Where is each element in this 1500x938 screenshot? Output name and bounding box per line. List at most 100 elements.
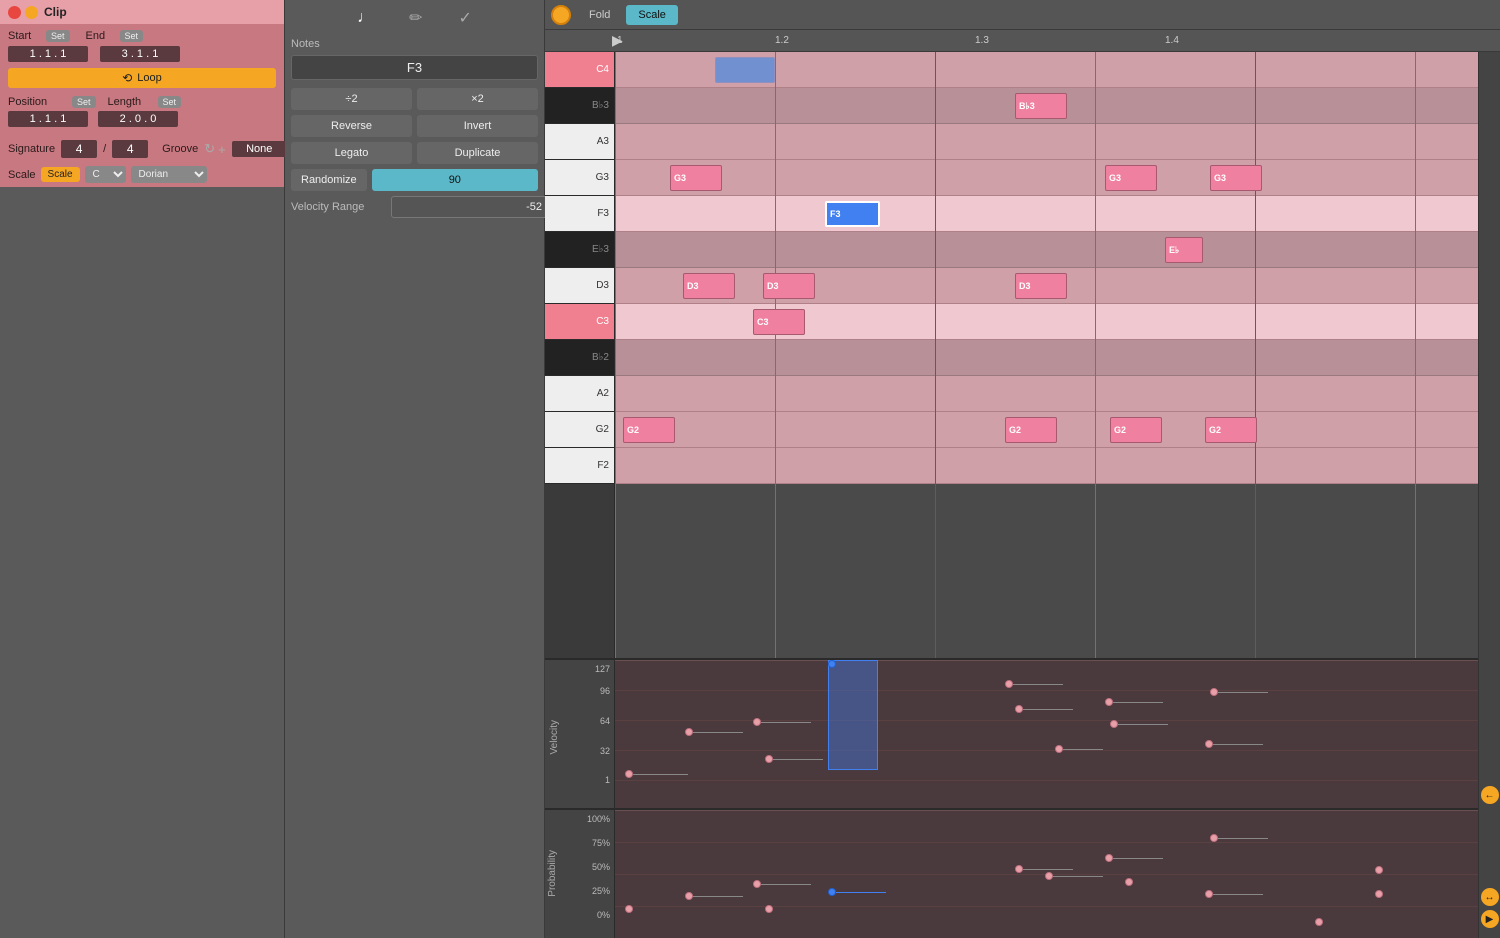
scale-mode-button[interactable]: Scale	[626, 5, 678, 25]
piano-key-f2-label: F2	[597, 460, 609, 471]
note-d3-1[interactable]: D3	[683, 273, 735, 299]
note-g3-1[interactable]: G3	[670, 165, 722, 191]
piano-key-a3[interactable]: A3	[545, 124, 614, 160]
fold-button[interactable]: Fold	[577, 5, 622, 25]
div2-button[interactable]: ÷2	[291, 88, 412, 110]
scale-mode-select[interactable]: DorianMajorMinorMixolydian	[131, 166, 207, 183]
end-value-input[interactable]	[100, 46, 180, 62]
minimize-button[interactable]	[25, 6, 38, 19]
piano-key-d3[interactable]: D3	[545, 268, 614, 304]
piano-key-c3[interactable]: C3	[545, 304, 614, 340]
note-bb3[interactable]: B♭3	[1015, 93, 1067, 119]
note-g3-3[interactable]: G3	[1210, 165, 1262, 191]
prob-dot-1[interactable]	[625, 905, 633, 913]
piano-key-d3-label: D3	[596, 280, 609, 291]
grid-row-c3	[615, 304, 1478, 340]
start-set-button[interactable]: Set	[46, 30, 70, 42]
piano-key-f2[interactable]: F2	[545, 448, 614, 484]
prob-dot-far-3[interactable]	[1375, 890, 1383, 898]
velocity-range-input[interactable]	[391, 196, 551, 218]
note-c3[interactable]: C3	[753, 309, 805, 335]
length-value-input[interactable]	[98, 111, 178, 127]
groove-add-button[interactable]: +	[218, 141, 226, 157]
vel-dot-9[interactable]	[1110, 720, 1118, 728]
piano-key-g3[interactable]: G3	[545, 160, 614, 196]
mid-panel: ♩ ✏ ✓ Notes F3 ÷2 ×2 Reverse Invert Lega…	[285, 0, 545, 938]
vel-dot-10[interactable]	[1210, 688, 1218, 696]
sig-numerator-input[interactable]	[61, 140, 97, 158]
sig-denominator-input[interactable]	[112, 140, 148, 158]
piano-key-f3[interactable]: F3	[545, 196, 614, 232]
piano-key-bb2[interactable]: B♭2	[545, 340, 614, 376]
piano-key-c4[interactable]: C4	[545, 52, 614, 88]
side-button-2[interactable]: ↔	[1481, 888, 1499, 906]
signature-groove-row: Signature / Groove ↻ +	[0, 136, 284, 162]
vel-dot-4[interactable]	[765, 755, 773, 763]
note-eb3[interactable]: E♭	[1165, 237, 1203, 263]
note-d3-3[interactable]: D3	[1015, 273, 1067, 299]
randomize-button[interactable]: Randomize	[291, 169, 367, 191]
vel-dot-8[interactable]	[1105, 698, 1113, 706]
vel-line-top	[615, 660, 1478, 661]
prob-dot-4[interactable]	[765, 905, 773, 913]
tab-expression-icon[interactable]: ✓	[451, 6, 480, 30]
reverse-button[interactable]: Reverse	[291, 115, 412, 137]
length-set-button[interactable]: Set	[158, 96, 182, 108]
grid-area[interactable]: G3 G3 G3 F3 B♭3 E♭ D3 D3 D3	[615, 52, 1478, 658]
vel-dot-3[interactable]	[753, 718, 761, 726]
velocity-grid[interactable]	[615, 660, 1478, 808]
velocity-section-label: 127	[595, 664, 610, 674]
note-g2-4[interactable]: G2	[1205, 417, 1257, 443]
note-d3-2[interactable]: D3	[763, 273, 815, 299]
piano-key-bb3[interactable]: B♭3	[545, 88, 614, 124]
prob-dot-2[interactable]	[685, 892, 693, 900]
piano-key-a2[interactable]: A2	[545, 376, 614, 412]
note-g2-1[interactable]: G2	[623, 417, 675, 443]
prob-dot-far-1[interactable]	[1315, 918, 1323, 926]
randomize-value-input[interactable]	[372, 169, 538, 191]
x2-button[interactable]: ×2	[417, 88, 538, 110]
prob-dot-9[interactable]	[1210, 834, 1218, 842]
end-set-button[interactable]: Set	[120, 30, 144, 42]
prob-dot-7[interactable]	[1105, 854, 1113, 862]
prob-dot-far-2[interactable]	[1375, 866, 1383, 874]
piano-key-g2[interactable]: G2	[545, 412, 614, 448]
tab-notes-icon[interactable]: ♩	[349, 6, 381, 30]
prob-dot-6[interactable]	[1045, 872, 1053, 880]
note-f3-selected[interactable]: F3	[825, 201, 880, 227]
groove-cycle-button[interactable]: ↻	[204, 141, 215, 157]
scale-root-select[interactable]: CC#DEbEF	[85, 166, 126, 183]
groove-value-input[interactable]	[232, 141, 287, 157]
vel-dot-11[interactable]	[1205, 740, 1213, 748]
prob-dot-10[interactable]	[1205, 890, 1213, 898]
prob-dot-8[interactable]	[1125, 878, 1133, 886]
note-g3-2[interactable]: G3	[1105, 165, 1157, 191]
note-c4-region[interactable]	[715, 57, 775, 83]
invert-button[interactable]: Invert	[417, 115, 538, 137]
position-value-input[interactable]	[8, 111, 88, 127]
tab-envelope-icon[interactable]: ✏	[401, 6, 430, 30]
close-button[interactable]	[8, 6, 21, 19]
side-button-play[interactable]: ▶	[1481, 910, 1499, 928]
vel-dot-1[interactable]	[625, 770, 633, 778]
prob-dot-selected[interactable]	[828, 888, 836, 896]
duplicate-button[interactable]: Duplicate	[417, 142, 538, 164]
legato-button[interactable]: Legato	[291, 142, 412, 164]
note-g2-3[interactable]: G2	[1110, 417, 1162, 443]
loop-button[interactable]: ⟲ Loop	[8, 68, 276, 88]
prob-dot-3[interactable]	[753, 880, 761, 888]
vel-dot-selected[interactable]	[828, 660, 836, 668]
vel-dot-2[interactable]	[685, 728, 693, 736]
note-g2-2[interactable]: G2	[1005, 417, 1057, 443]
probability-grid[interactable]	[615, 810, 1478, 938]
vel-dot-5[interactable]	[1005, 680, 1013, 688]
piano-key-eb3[interactable]: E♭3	[545, 232, 614, 268]
start-value-input[interactable]	[8, 46, 88, 62]
side-button-1[interactable]: ←	[1481, 786, 1499, 804]
vel-dot-7[interactable]	[1055, 745, 1063, 753]
probability-label-text: Probability	[547, 850, 558, 897]
prob-dot-5[interactable]	[1015, 865, 1023, 873]
position-set-button[interactable]: Set	[72, 96, 96, 108]
scale-toggle-button[interactable]: Scale	[41, 167, 80, 182]
vel-dot-6[interactable]	[1015, 705, 1023, 713]
